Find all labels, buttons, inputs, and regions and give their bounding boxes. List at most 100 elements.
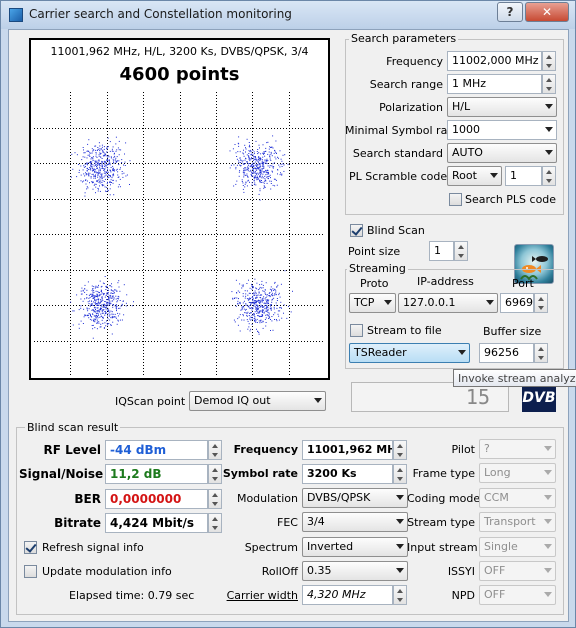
constellation-point xyxy=(107,190,109,192)
search-pls-checkbox[interactable] xyxy=(449,193,462,206)
stream-to-file-checkbox[interactable] xyxy=(350,324,363,337)
search-range-input[interactable]: 1 MHz xyxy=(447,74,542,94)
constellation-point xyxy=(251,309,253,311)
help-button[interactable]: ? xyxy=(497,2,523,22)
constellation-point xyxy=(255,302,257,304)
buffer-size-spinner[interactable] xyxy=(534,343,548,363)
constellation-point xyxy=(101,319,103,321)
iqscan-select[interactable]: Demod IQ out xyxy=(189,391,326,411)
port-input[interactable]: 6969 xyxy=(500,293,534,313)
constellation-point xyxy=(253,184,255,186)
pl-code-input[interactable]: 1 xyxy=(505,166,542,186)
stream-analyzer-select[interactable]: TSReader xyxy=(349,343,470,363)
constellation-point xyxy=(92,168,94,170)
constellation-point xyxy=(243,305,244,307)
constellation-point xyxy=(121,162,123,163)
signal-noise-spinner[interactable] xyxy=(208,464,222,484)
constellation-point xyxy=(113,292,115,294)
constellation-point xyxy=(257,306,259,308)
constellation-point xyxy=(235,279,237,281)
constellation-point xyxy=(92,188,94,190)
constellation-point xyxy=(258,299,260,301)
constellation-point xyxy=(112,167,114,169)
constellation-point xyxy=(97,173,99,175)
pl-mode-select[interactable]: Root xyxy=(447,166,502,186)
rf-level-spinner[interactable] xyxy=(208,440,222,460)
bitrate-spinner[interactable] xyxy=(208,513,222,533)
constellation-point xyxy=(108,315,110,317)
ber-spinner[interactable] xyxy=(208,489,222,509)
constellation-point xyxy=(248,150,250,152)
constellation-point xyxy=(113,297,115,299)
constellation-point xyxy=(92,309,94,311)
constellation-point xyxy=(110,176,112,178)
constellation-point xyxy=(106,191,108,192)
constellation-point xyxy=(108,163,110,165)
carrier-width-link[interactable]: Carrier width xyxy=(222,589,298,602)
modulation-select[interactable]: DVBS/QPSK xyxy=(302,488,408,508)
ip-address-select[interactable]: 127.0.0.1 xyxy=(398,293,498,313)
polarization-select[interactable]: H/L xyxy=(447,97,557,117)
signal-noise-value: 11,2 dB xyxy=(105,464,208,484)
symbol-rate-spinner[interactable] xyxy=(393,464,407,484)
port-spinner[interactable] xyxy=(534,293,548,313)
search-standard-select[interactable]: AUTO xyxy=(447,143,557,163)
refresh-signal-checkbox[interactable] xyxy=(24,541,37,554)
constellation-point xyxy=(256,318,258,320)
constellation-point xyxy=(265,317,267,319)
constellation-point xyxy=(275,179,277,181)
constellation-point xyxy=(95,309,96,310)
proto-select[interactable]: TCP xyxy=(349,293,396,313)
constellation-point xyxy=(81,159,83,161)
constellation-point xyxy=(109,188,111,190)
constellation-point xyxy=(276,304,277,306)
constellation-point xyxy=(86,162,88,164)
app-window: Carrier search and Constellation monitor… xyxy=(0,0,576,628)
frequency-input[interactable]: 11002,000 MHz xyxy=(447,51,542,71)
frequency-spinner[interactable] xyxy=(542,51,556,71)
constellation-point xyxy=(115,295,117,297)
constellation-point xyxy=(249,302,251,303)
constellation-point xyxy=(261,310,263,312)
spectrum-select[interactable]: Inverted xyxy=(302,537,408,557)
close-button[interactable]: ✕ xyxy=(525,2,569,22)
constellation-point xyxy=(73,310,75,312)
search-range-spinner[interactable] xyxy=(542,74,556,94)
constellation-point xyxy=(254,278,256,280)
pl-code-spinner[interactable] xyxy=(542,166,556,186)
constellation-point xyxy=(243,169,245,171)
constellation-point xyxy=(272,135,274,137)
constellation-point xyxy=(116,156,118,158)
constellation-point xyxy=(88,308,90,310)
rolloff-select[interactable]: 0.35 xyxy=(302,561,408,581)
buffer-size-input[interactable]: 96256 xyxy=(479,343,534,363)
constellation-point xyxy=(103,181,105,182)
constellation-point xyxy=(256,172,258,174)
result-frequency-spinner[interactable] xyxy=(393,440,407,460)
constellation-point xyxy=(269,166,271,168)
constellation-point xyxy=(94,300,96,301)
point-size-input[interactable]: 1 xyxy=(429,241,454,261)
min-symbol-rate-select[interactable]: 1000 xyxy=(447,120,557,140)
constellation-point xyxy=(109,175,111,177)
constellation-point xyxy=(251,323,253,325)
constellation-point xyxy=(91,152,93,154)
constellation-point xyxy=(108,308,110,310)
update-modulation-checkbox[interactable] xyxy=(24,565,37,578)
constellation-point xyxy=(101,158,103,159)
constellation-point xyxy=(72,168,74,170)
fec-select[interactable]: 3/4 xyxy=(302,512,408,532)
constellation-point xyxy=(78,169,80,171)
constellation-point xyxy=(259,284,261,286)
constellation-point xyxy=(99,280,101,282)
constellation-point xyxy=(85,180,87,181)
carrier-width-spinner[interactable] xyxy=(393,585,407,605)
point-size-spinner[interactable] xyxy=(454,241,468,261)
constellation-point xyxy=(106,323,108,325)
blind-scan-checkbox[interactable] xyxy=(350,224,363,237)
constellation-point xyxy=(237,324,239,326)
constellation-point xyxy=(266,310,268,311)
constellation-point xyxy=(251,175,253,177)
constellation-point xyxy=(107,313,109,315)
chevron-down-icon xyxy=(396,495,404,500)
